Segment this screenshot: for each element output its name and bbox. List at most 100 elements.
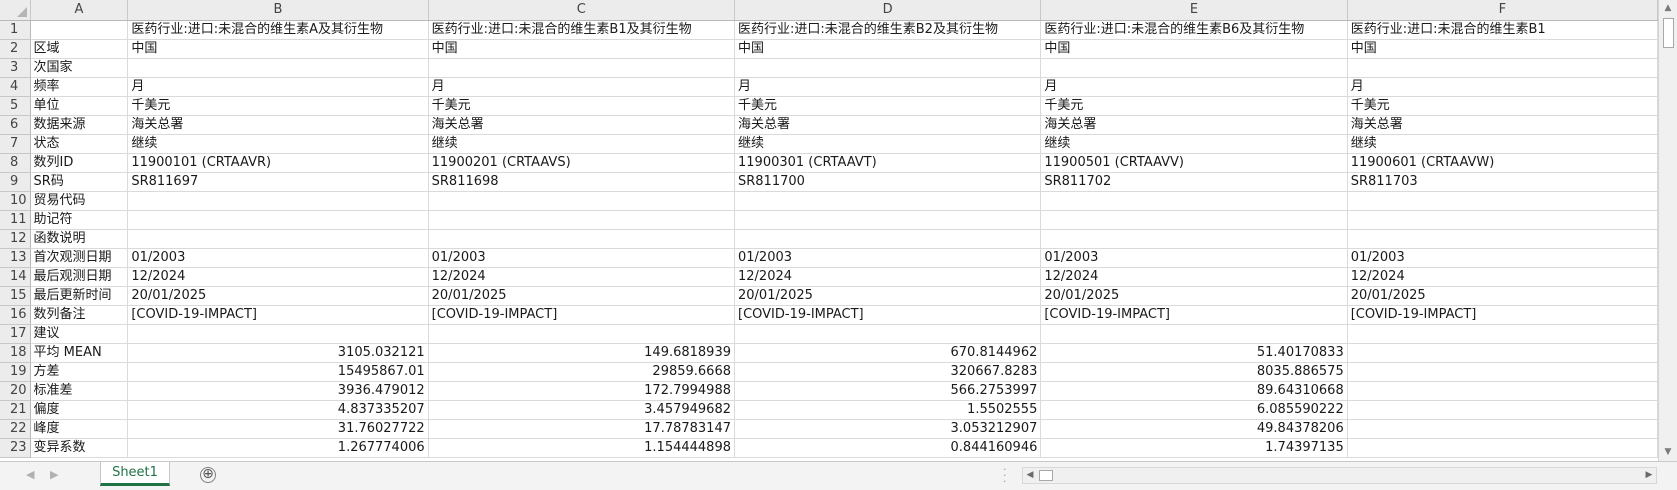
cell[interactable]: 千美元 [127,96,429,116]
cell-a[interactable] [30,20,129,40]
cell[interactable] [734,324,1042,344]
cell-a[interactable]: 最后更新时间 [30,286,129,306]
vertical-scroll-thumb[interactable] [1663,18,1674,48]
cell[interactable]: 3936.479012 [127,381,429,401]
cell[interactable]: SR811703 [1347,172,1658,192]
worksheet-grid[interactable]: A B C D E F 1 医药行业:进口:未混合的维生素A及其衍生物 医药行业:进口:未混合的… [0,0,1658,461]
cell[interactable]: 12/2024 [734,267,1042,287]
cell[interactable]: 15495867.01 [127,362,429,382]
cell[interactable]: 01/2003 [734,248,1042,268]
cell[interactable] [127,324,429,344]
cell[interactable]: 千美元 [428,96,736,116]
cell[interactable]: 20/01/2025 [127,286,429,306]
cell[interactable] [1040,58,1348,78]
cell-a[interactable]: 方差 [30,362,129,382]
cell[interactable]: 继续 [1040,134,1348,154]
cell[interactable]: 8035.886575 [1040,362,1348,382]
row-header[interactable]: 10 [0,191,31,211]
cell-a[interactable]: 数据来源 [30,115,129,135]
cell[interactable] [1347,400,1658,420]
cell[interactable] [127,58,429,78]
column-header-c[interactable]: C [428,0,736,21]
cell-a[interactable]: 建议 [30,324,129,344]
cell[interactable] [734,229,1042,249]
cell[interactable]: 3105.032121 [127,343,429,363]
cell[interactable]: 29859.6668 [428,362,736,382]
sheet-tab[interactable]: Sheet1 [100,462,170,486]
horizontal-scrollbar[interactable]: ◀ ▶ [1022,467,1657,484]
cell[interactable]: 继续 [734,134,1042,154]
cell[interactable]: 医药行业:进口:未混合的维生素B1 [1347,20,1658,40]
cell-a[interactable]: 首次观测日期 [30,248,129,268]
row-header[interactable]: 22 [0,419,31,439]
scroll-right-icon[interactable]: ▶ [1642,468,1656,483]
cell[interactable]: 566.2753997 [734,381,1042,401]
row-header[interactable]: 20 [0,381,31,401]
cell[interactable] [127,210,429,230]
vertical-scrollbar[interactable]: ▲ ▼ [1658,0,1677,461]
cell[interactable]: 医药行业:进口:未混合的维生素B1及其衍生物 [428,20,736,40]
prev-sheet-icon[interactable]: ◀ [26,468,34,481]
cell[interactable]: 11900201 (CRTAAVS) [428,153,736,173]
cell-a[interactable]: 最后观测日期 [30,267,129,287]
cell[interactable]: 中国 [428,39,736,59]
cell[interactable] [127,229,429,249]
row-header[interactable]: 17 [0,324,31,344]
column-header-f[interactable]: F [1347,0,1658,21]
cell[interactable]: 月 [1040,77,1348,97]
cell[interactable]: 1.5502555 [734,400,1042,420]
cell[interactable]: 千美元 [1040,96,1348,116]
horizontal-scroll-thumb[interactable] [1039,470,1053,481]
row-header[interactable]: 16 [0,305,31,325]
cell[interactable] [734,58,1042,78]
cell[interactable] [1347,419,1658,439]
cell[interactable]: 49.84378206 [1040,419,1348,439]
cell[interactable]: 海关总署 [1347,115,1658,135]
cell[interactable]: 01/2003 [127,248,429,268]
cell-table[interactable]: A B C D E F 1 医药行业:进口:未混合的维生素A及其衍生物 医药行业:进口:未混合的… [0,0,1658,458]
cell[interactable]: 月 [734,77,1042,97]
cell[interactable]: 1.74397135 [1040,438,1348,458]
cell[interactable]: 4.837335207 [127,400,429,420]
cell-a[interactable]: 峰度 [30,419,129,439]
cell[interactable] [1040,324,1348,344]
row-header[interactable]: 21 [0,400,31,420]
cell[interactable]: SR811698 [428,172,736,192]
cell-a[interactable]: 区域 [30,39,129,59]
cell[interactable]: 中国 [1040,39,1348,59]
cell[interactable]: 月 [127,77,429,97]
cell[interactable] [127,191,429,211]
cell[interactable] [428,210,736,230]
row-header[interactable]: 9 [0,172,31,192]
cell[interactable]: 医药行业:进口:未混合的维生素B2及其衍生物 [734,20,1042,40]
cell-a[interactable]: 变异系数 [30,438,129,458]
cell-a[interactable]: 贸易代码 [30,191,129,211]
column-header-d[interactable]: D [734,0,1042,21]
row-header[interactable]: 4 [0,77,31,97]
row-header[interactable]: 6 [0,115,31,135]
cell[interactable]: 11900301 (CRTAAVT) [734,153,1042,173]
cell[interactable]: 20/01/2025 [428,286,736,306]
cell[interactable]: 继续 [428,134,736,154]
cell-a[interactable]: 平均 MEAN [30,343,129,363]
cell[interactable]: 01/2003 [1347,248,1658,268]
cell[interactable] [428,324,736,344]
row-header[interactable]: 7 [0,134,31,154]
cell[interactable]: [COVID-19-IMPACT] [1040,305,1348,325]
cell-a[interactable]: 数列ID [30,153,129,173]
row-header[interactable]: 23 [0,438,31,458]
cell[interactable] [1347,381,1658,401]
column-header-e[interactable]: E [1040,0,1348,21]
cell-a[interactable]: 单位 [30,96,129,116]
cell[interactable] [1347,210,1658,230]
cell[interactable]: 149.6818939 [428,343,736,363]
cell[interactable]: 医药行业:进口:未混合的维生素A及其衍生物 [127,20,429,40]
cell[interactable]: 海关总署 [127,115,429,135]
cell[interactable]: 继续 [127,134,429,154]
cell[interactable]: 医药行业:进口:未混合的维生素B6及其衍生物 [1040,20,1348,40]
cell[interactable]: SR811702 [1040,172,1348,192]
tab-split-handle[interactable]: · · · [1003,464,1007,487]
column-header-b[interactable]: B [127,0,429,21]
cell[interactable] [734,210,1042,230]
cell[interactable]: 海关总署 [734,115,1042,135]
